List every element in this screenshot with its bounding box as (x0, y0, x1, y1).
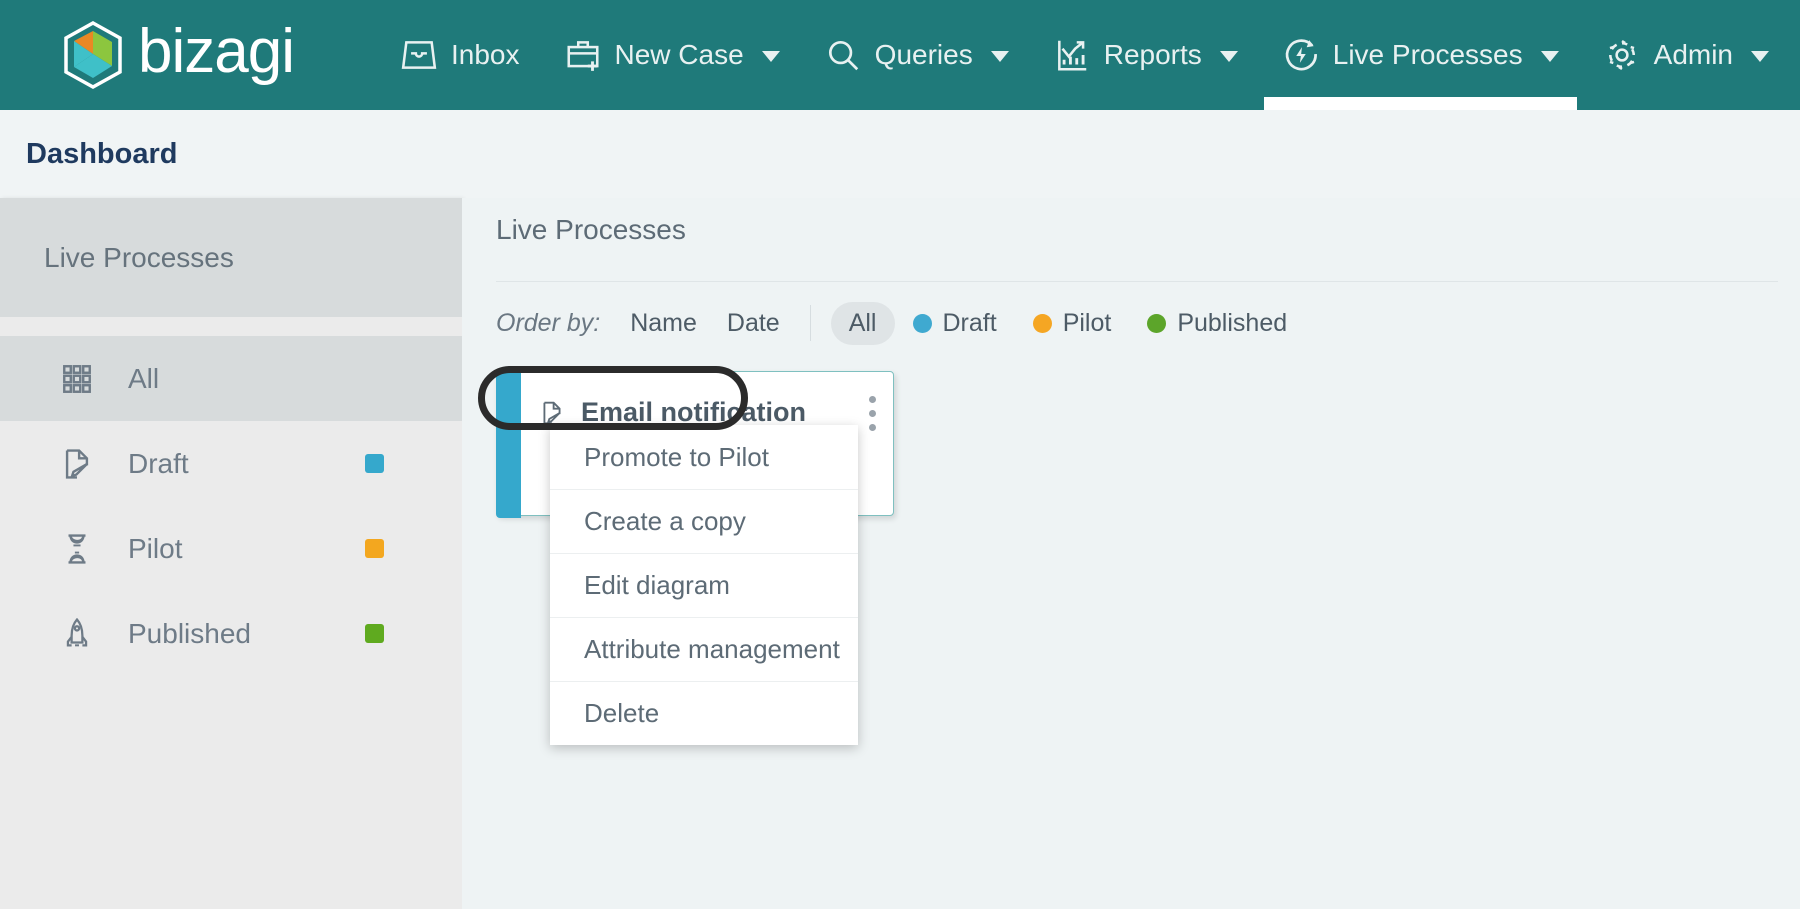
page-edit-icon (60, 447, 94, 481)
chevron-down-icon (1751, 51, 1770, 62)
sidebar-header: Live Processes (0, 198, 462, 317)
nav-label: Queries (874, 39, 973, 70)
filter-separator (809, 305, 811, 341)
kebab-dot-icon (869, 410, 876, 417)
sidebar-item-draft[interactable]: Draft (0, 421, 462, 506)
nav-items: Inbox New Case Queries Reports Live Proc… (378, 0, 1791, 110)
nav-label: Inbox (451, 39, 520, 70)
brand-name: bizagi (138, 17, 295, 86)
nav-item-new-case[interactable]: New Case (542, 0, 802, 110)
divider (496, 281, 1778, 282)
sidebar-item-published[interactable]: Published (0, 591, 462, 676)
chevron-down-icon (761, 51, 780, 62)
context-menu-item-attribute-management[interactable]: Attribute management (550, 617, 858, 681)
order-by-label: Order by: (496, 308, 601, 337)
sidebar-item-label: Published (128, 617, 251, 649)
filter-chip-draft[interactable]: Draft (895, 302, 1015, 345)
nav-item-reports[interactable]: Reports (1031, 0, 1260, 110)
kebab-dot-icon (869, 396, 876, 403)
process-card-kebab-menu-button[interactable] (865, 392, 876, 435)
nav-item-inbox[interactable]: Inbox (378, 0, 542, 110)
process-card-status-stripe (496, 371, 521, 518)
chevron-down-icon (1219, 51, 1238, 62)
nav-label: New Case (614, 39, 744, 70)
nav-label: Live Processes (1332, 39, 1523, 70)
sidebar-item-label: Pilot (128, 532, 183, 564)
filter-chip-label: All (848, 308, 877, 337)
gear-icon (1608, 39, 1635, 71)
filter-chip-pilot[interactable]: Pilot (1015, 302, 1130, 345)
sidebar-divider (0, 317, 462, 336)
page-title-bar: Dashboard (0, 110, 1800, 198)
status-dot-draft (365, 454, 384, 473)
chevron-down-icon (990, 51, 1009, 62)
briefcase-plus-icon (566, 41, 599, 71)
status-dot-published (365, 624, 384, 643)
bullet-pilot-icon (1032, 313, 1052, 333)
brand-logo[interactable]: bizagi (62, 17, 295, 89)
page-title: Dashboard (26, 137, 178, 170)
filter-chip-label: Draft (942, 308, 997, 337)
search-icon (828, 40, 858, 71)
context-menu-item-create-a-copy[interactable]: Create a copy (550, 489, 858, 553)
filter-chip-label: Published (1177, 308, 1288, 337)
top-navigation-bar: bizagi Inbox New Case Queries Reports Li… (0, 0, 1800, 110)
sidebar-item-all[interactable]: All (0, 336, 462, 421)
nav-label: Reports (1103, 39, 1202, 70)
filter-chip-label: Pilot (1062, 308, 1112, 337)
status-dot-pilot (365, 539, 384, 558)
process-card-title-row: Email notification (539, 397, 806, 428)
kebab-dot-icon (869, 424, 876, 431)
sort-by-name-button[interactable]: Name (630, 309, 697, 338)
context-menu-item-delete[interactable]: Delete (550, 681, 858, 745)
bullet-published-icon (1147, 313, 1167, 333)
filter-chip-all[interactable]: All (830, 301, 895, 345)
chevron-down-icon (1540, 51, 1559, 62)
inbox-icon (401, 41, 437, 69)
grid-icon (60, 362, 94, 396)
nav-item-queries[interactable]: Queries (802, 0, 1031, 110)
nav-item-live-processes[interactable]: Live Processes (1260, 0, 1581, 110)
page-edit-icon (543, 401, 561, 424)
sidebar-header-label: Live Processes (44, 241, 234, 273)
nav-label: Admin (1653, 39, 1734, 70)
process-card-title: Email notification (581, 397, 807, 427)
bullet-draft-icon (912, 313, 932, 333)
sidebar-item-label: All (128, 362, 160, 394)
sidebar-item-pilot[interactable]: Pilot (0, 506, 462, 591)
sidebar-item-label: Draft (128, 447, 189, 479)
rocket-icon (60, 617, 94, 651)
context-menu-item-promote-to-pilot[interactable]: Promote to Pilot (550, 425, 858, 489)
context-menu-item-edit-diagram[interactable]: Edit diagram (550, 553, 858, 617)
chart-icon (1057, 40, 1086, 71)
live-process-icon (1285, 39, 1317, 71)
hourglass-icon (60, 532, 94, 566)
sort-by-date-button[interactable]: Date (727, 309, 780, 338)
main-heading: Live Processes (496, 214, 686, 245)
sidebar: Live Processes All Draft Pilot Published (0, 198, 462, 909)
process-context-menu: Promote to Pilot Create a copy Edit diag… (550, 425, 858, 745)
filter-bar: Order by: Name Date All Draft Pilot Publ… (496, 299, 1800, 347)
nav-item-admin[interactable]: Admin (1581, 0, 1791, 110)
bizagi-hexagon-icon (64, 21, 122, 89)
filter-chip-published[interactable]: Published (1129, 302, 1305, 345)
